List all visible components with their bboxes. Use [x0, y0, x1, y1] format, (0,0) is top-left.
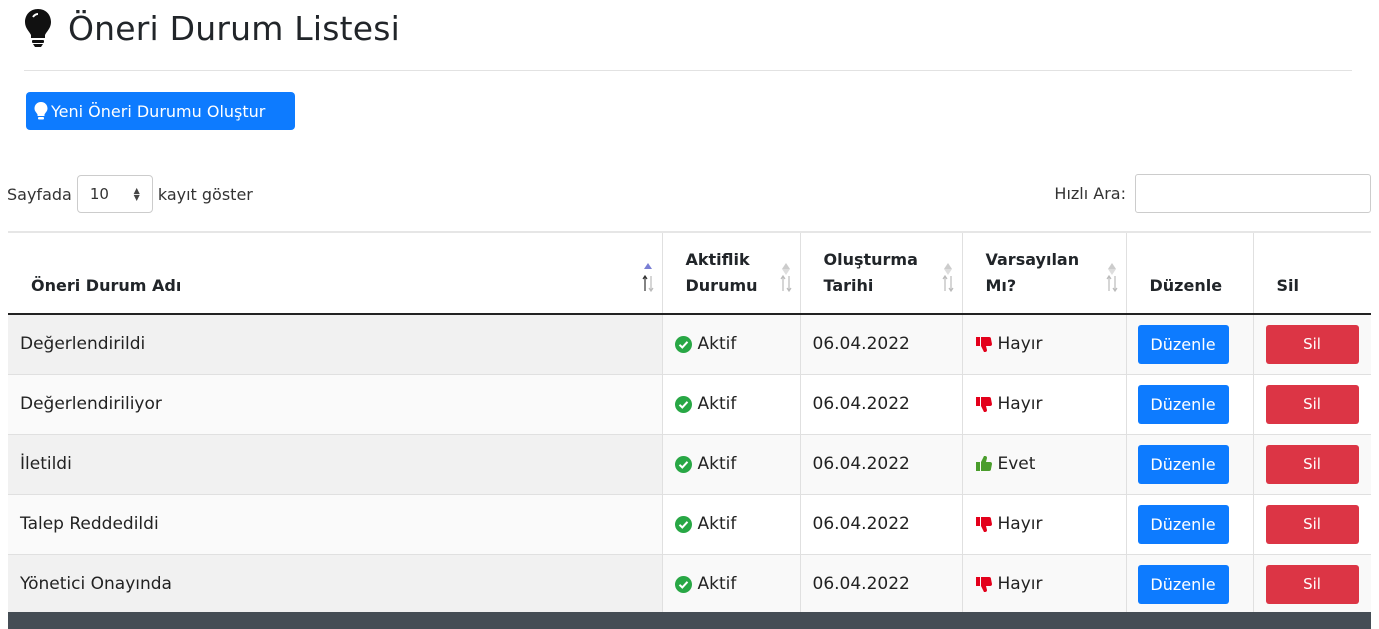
delete-button[interactable]: Sil	[1265, 384, 1359, 424]
cell-active: Aktif	[662, 554, 801, 615]
column-header-date[interactable]: Oluşturma Tarihi	[800, 231, 963, 315]
page-length-select[interactable]: 10 ▲ ▼	[76, 175, 153, 213]
cell-edit: Düzenle	[1126, 494, 1254, 555]
cell-name: Değerlendirildi	[8, 314, 663, 375]
cell-delete: Sil	[1253, 374, 1371, 435]
check-circle-icon	[674, 575, 692, 593]
table-header-row: Öneri Durum Adı Aktiflik Durumu Oluşturm…	[8, 231, 1371, 315]
delete-button[interactable]: Sil	[1265, 564, 1359, 604]
edit-button[interactable]: Düzenle	[1137, 564, 1229, 604]
create-button-label: Yeni Öneri Durumu Oluştur	[51, 101, 266, 121]
check-circle-icon	[674, 335, 692, 353]
cell-name: Yönetici Onayında	[8, 554, 663, 615]
length-suffix: kayıt göster	[157, 184, 253, 204]
check-circle-icon	[674, 455, 692, 473]
table-row: Talep Reddedildi Aktif 06.04.2022 Hayır Düze…	[8, 494, 1371, 555]
thumbs-down-icon	[975, 517, 992, 532]
cell-default: Hayır	[962, 374, 1127, 435]
search-input[interactable]	[1135, 174, 1371, 213]
cell-edit: Düzenle	[1126, 374, 1254, 435]
search-label: Hızlı Ara:	[1054, 184, 1126, 203]
edit-button[interactable]: Düzenle	[1137, 324, 1229, 364]
cell-default: Hayır	[962, 554, 1127, 615]
cell-edit: Düzenle	[1126, 314, 1254, 375]
cell-date: 06.04.2022	[800, 554, 963, 615]
cell-date: 06.04.2022	[800, 434, 963, 495]
cell-name: Değerlendiriliyor	[8, 374, 663, 435]
delete-button[interactable]: Sil	[1265, 324, 1359, 364]
cell-delete: Sil	[1253, 494, 1371, 555]
table-row: Değerlendirildi Aktif 06.04.2022 Hayır Düzen…	[8, 314, 1371, 375]
cell-active: Aktif	[662, 314, 801, 375]
cell-edit: Düzenle	[1126, 434, 1254, 495]
cell-default: Hayır	[962, 314, 1127, 375]
cell-active: Aktif	[662, 434, 801, 495]
page-length-control: Sayfada 10 ▲ ▼ kayıt göster	[7, 175, 253, 213]
thumbs-down-icon	[975, 397, 992, 412]
sort-icon	[942, 263, 953, 293]
sort-icon	[1106, 263, 1117, 293]
column-header-default[interactable]: Varsayılan Mı?	[962, 231, 1127, 315]
delete-button[interactable]: Sil	[1265, 444, 1359, 484]
table-row: Yönetici Onayında Aktif 06.04.2022 Hayır Düz…	[8, 554, 1371, 615]
delete-button[interactable]: Sil	[1265, 504, 1359, 544]
edit-button[interactable]: Düzenle	[1137, 504, 1229, 544]
table-row: Değerlendiriliyor Aktif 06.04.2022 Hayır Düz…	[8, 374, 1371, 435]
cell-active: Aktif	[662, 374, 801, 435]
column-header-delete: Sil	[1253, 231, 1371, 315]
cell-default: Evet	[962, 434, 1127, 495]
check-circle-icon	[674, 395, 692, 413]
column-header-active[interactable]: Aktiflik Durumu	[662, 231, 801, 315]
sort-icon	[780, 263, 791, 293]
quick-search: Hızlı Ara:	[1054, 174, 1371, 213]
cell-delete: Sil	[1253, 434, 1371, 495]
sort-asc-icon	[642, 263, 653, 293]
check-circle-icon	[674, 515, 692, 533]
table-footer-bar	[8, 612, 1371, 629]
cell-date: 06.04.2022	[800, 314, 963, 375]
divider	[24, 70, 1352, 71]
edit-button[interactable]: Düzenle	[1137, 444, 1229, 484]
lightbulb-icon	[25, 9, 51, 47]
edit-button[interactable]: Düzenle	[1137, 384, 1229, 424]
table-row: İletildi Aktif 06.04.2022 Evet Düzenle Sil	[8, 434, 1371, 495]
page-length-value: 10	[89, 185, 109, 203]
cell-delete: Sil	[1253, 314, 1371, 375]
cell-active: Aktif	[662, 494, 801, 555]
lightbulb-icon	[34, 102, 48, 120]
thumbs-down-icon	[975, 337, 992, 353]
cell-default: Hayır	[962, 494, 1127, 555]
column-header-edit: Düzenle	[1126, 231, 1254, 315]
length-prefix: Sayfada	[7, 184, 72, 204]
cell-delete: Sil	[1253, 554, 1371, 615]
cell-edit: Düzenle	[1126, 554, 1254, 615]
page-header: Öneri Durum Listesi	[24, 8, 400, 48]
create-suggestion-status-button[interactable]: Yeni Öneri Durumu Oluştur	[26, 92, 295, 130]
cell-name: Talep Reddedildi	[8, 494, 663, 555]
select-arrows-icon: ▲ ▼	[133, 186, 140, 202]
thumbs-up-icon	[975, 456, 992, 471]
cell-date: 06.04.2022	[800, 374, 963, 435]
thumbs-down-icon	[975, 577, 992, 592]
cell-date: 06.04.2022	[800, 494, 963, 555]
cell-name: İletildi	[8, 434, 663, 495]
column-header-name[interactable]: Öneri Durum Adı	[8, 231, 663, 315]
page-title: Öneri Durum Listesi	[68, 8, 401, 48]
suggestion-status-table: Öneri Durum Adı Aktiflik Durumu Oluşturm…	[8, 231, 1371, 615]
